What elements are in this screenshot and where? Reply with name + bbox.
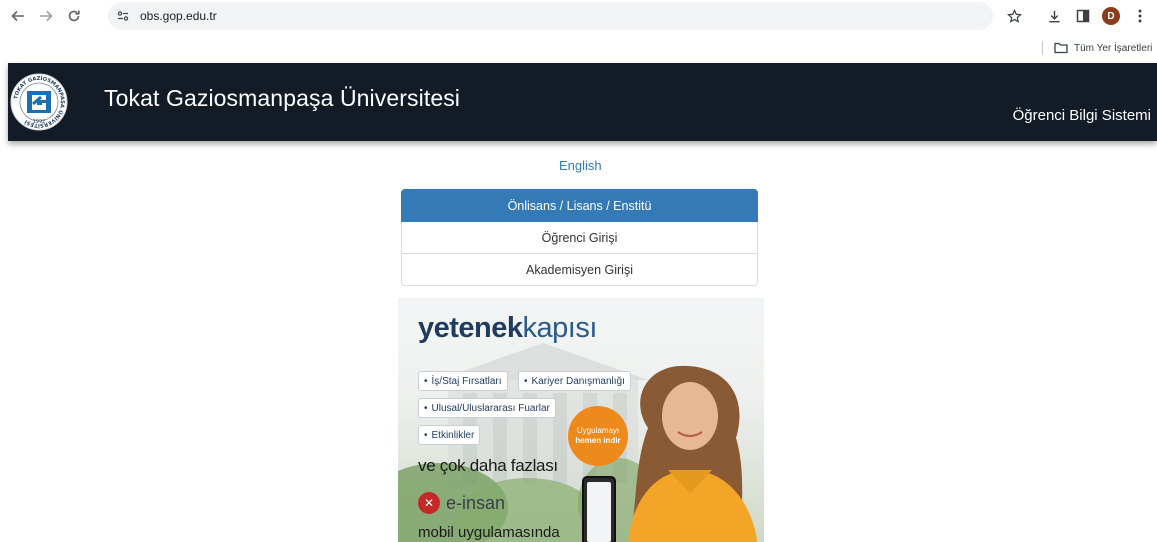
university-logo[interactable]: TOKAT GAZİOSMANPAŞA ÜNİVERSİTESİ 1992 (10, 73, 68, 131)
panel-heading: Önlisans / Lisans / Enstitü (401, 189, 758, 222)
browser-toolbar: obs.gop.edu.tr D (0, 0, 1157, 33)
login-panel: Önlisans / Lisans / Enstitü Öğrenci Giri… (401, 189, 758, 286)
all-bookmarks-label: Tüm Yer İşaretleri (1074, 42, 1153, 54)
bubble-line1: Uygulamayı (576, 426, 620, 435)
forward-icon[interactable] (34, 4, 58, 28)
all-bookmarks-button[interactable]: Tüm Yer İşaretleri (1054, 39, 1152, 57)
bookmarks-bar: Tüm Yer İşaretleri (0, 33, 1157, 63)
url-text: obs.gop.edu.tr (140, 9, 217, 23)
einsan-name: e-insan (446, 492, 506, 513)
brand-bold: yetenek (418, 312, 523, 344)
banner-brand: yetenekkapısı (418, 312, 597, 345)
site-title[interactable]: Tokat Gaziosmanpaşa Üniversitesi (104, 85, 460, 112)
banner-caption: mobil uygulamasında (418, 524, 560, 541)
banner-tag: Ulusal/Uluslararası Fuarlar (418, 398, 556, 418)
student-login-link[interactable]: Öğrenci Girişi (401, 222, 758, 254)
bookmarks-separator (1042, 41, 1043, 55)
banner-tag: İş/Staj Fırsatları (418, 371, 508, 391)
site-info-icon[interactable] (114, 7, 132, 25)
site-subtitle: Öğrenci Bilgi Sistemi (1012, 107, 1151, 124)
profile-avatar[interactable]: D (1101, 4, 1121, 28)
side-panel-icon[interactable] (1073, 4, 1093, 28)
download-app-bubble[interactable]: Uygulamayı hemen indir (568, 406, 628, 466)
person-illustration (628, 365, 758, 542)
reload-icon[interactable] (62, 4, 86, 28)
brand-light: kapısı (522, 312, 598, 344)
phone-screen (587, 482, 611, 542)
einsan-app-brand: ✕ e-insan (418, 492, 505, 514)
browser-menu-icon[interactable] (1130, 4, 1150, 28)
banner-more-text: ve çok daha fazlası (418, 456, 558, 475)
bubble-line2: hemen indir (575, 436, 621, 445)
download-icon[interactable] (1044, 4, 1064, 28)
address-bar[interactable]: obs.gop.edu.tr (108, 2, 993, 30)
site-header: TOKAT GAZİOSMANPAŞA ÜNİVERSİTESİ 1992 To… (8, 63, 1157, 141)
banner-tag: Etkinlikler (418, 425, 481, 445)
language-switch-link[interactable]: English (559, 158, 602, 173)
yetenek-kapisi-banner[interactable]: yetenekkapısı İş/Staj Fırsatları Kariyer… (398, 298, 764, 542)
bookmark-star-icon[interactable] (1004, 4, 1024, 28)
einsan-logo-icon: ✕ (418, 492, 440, 514)
phone-illustration (582, 476, 616, 542)
folder-icon (1054, 42, 1068, 54)
back-icon[interactable] (6, 4, 30, 28)
academic-login-link[interactable]: Akademisyen Girişi (401, 254, 758, 286)
svg-text:1992: 1992 (33, 119, 46, 125)
